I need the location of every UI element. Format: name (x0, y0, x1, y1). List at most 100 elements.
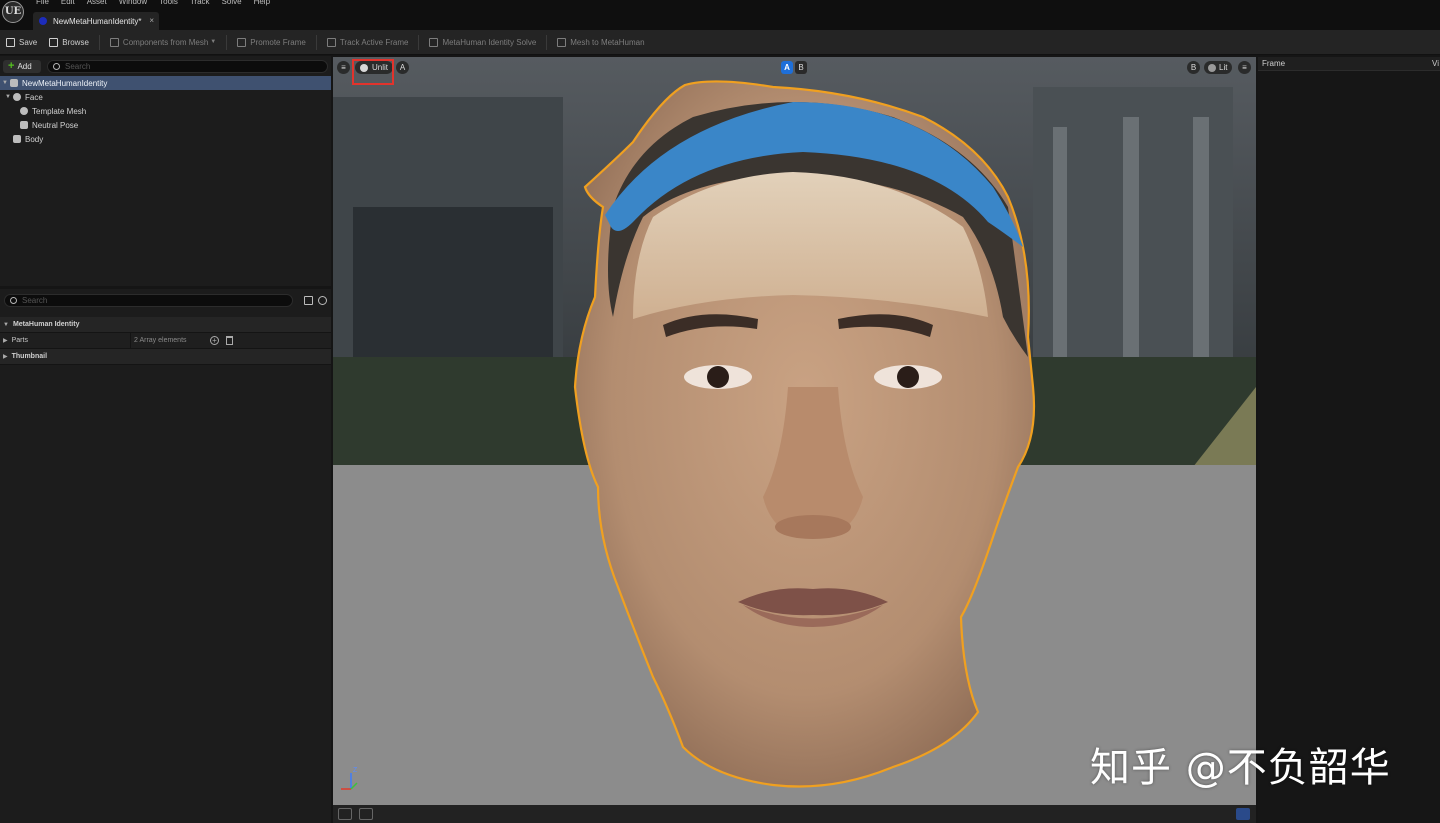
close-tab-icon[interactable]: × (149, 16, 154, 25)
building-window (353, 207, 553, 357)
save-button[interactable]: Save (0, 30, 43, 55)
identity-solve-button[interactable]: MetaHuman Identity Solve (423, 30, 542, 55)
search-icon (10, 296, 17, 304)
track-active-frame-label: Track Active Frame (339, 37, 409, 47)
menu-solve[interactable]: Solve (222, 0, 242, 8)
search-placeholder: Search (65, 61, 91, 71)
expand-arrow-icon[interactable]: ▼ (5, 94, 11, 100)
menu-bar: File Edit Asset Window Tools Track Solve… (30, 0, 276, 8)
document-tab-label: NewMetaHumanIdentity* (53, 16, 142, 26)
identity-solve-label: MetaHuman Identity Solve (442, 37, 537, 47)
menu-edit[interactable]: Edit (61, 0, 75, 8)
collapse-arrow-icon[interactable]: ▶ (3, 353, 8, 360)
promote-frame-label: Promote Frame (250, 37, 306, 47)
view-mode-label: Lit (1219, 63, 1228, 72)
ab-b-button[interactable]: B (795, 61, 807, 74)
components-from-mesh-button[interactable]: Components from Mesh ▼ (104, 30, 222, 55)
category-metahuman-identity[interactable]: ▼ MetaHuman Identity (0, 317, 331, 333)
view-a-button[interactable]: A (396, 61, 409, 74)
frame-column-label: Frame (1262, 59, 1286, 68)
column-divider (130, 333, 131, 349)
add-element-icon[interactable]: + (210, 336, 219, 345)
tree-item-template-mesh[interactable]: Template Mesh (0, 104, 331, 118)
building-column (1123, 117, 1139, 387)
plus-icon: + (8, 60, 15, 72)
tree-item-identity[interactable]: ▼ NewMetaHumanIdentity (0, 76, 331, 90)
grid-view-icon[interactable] (304, 295, 313, 305)
title-bar: UE File Edit Asset Window Tools Track So… (0, 0, 1440, 30)
add-label: Add (17, 61, 32, 71)
document-tab[interactable]: NewMetaHumanIdentity* × (33, 12, 159, 30)
expand-arrow-icon[interactable]: ▼ (2, 80, 8, 86)
viewport[interactable]: ≡ Unlit A A B B Lit ≡ Z (333, 57, 1256, 805)
track-active-frame-button[interactable]: Track Active Frame (321, 30, 415, 55)
view-mode-lit-button[interactable]: Lit (1204, 61, 1232, 74)
menu-asset[interactable]: Asset (87, 0, 107, 8)
category-thumbnail[interactable]: ▶ Thumbnail (0, 349, 331, 365)
ab-toggle[interactable]: A B (779, 61, 809, 74)
asset-type-icon (39, 17, 47, 25)
unlit-highlight-box (352, 59, 394, 85)
tree-item-label: Body (25, 134, 44, 144)
face-icon (13, 93, 21, 101)
view-b-button[interactable]: B (1187, 61, 1200, 74)
property-parts[interactable]: ▶ Parts 2 Array elements + (0, 333, 331, 349)
identity-icon (10, 79, 18, 87)
details-search-input[interactable]: Search (4, 293, 293, 307)
save-icon (6, 37, 15, 47)
unreal-logo-icon[interactable]: UE (2, 1, 24, 23)
tree-item-label: Face (25, 92, 43, 102)
components-search-input[interactable]: Search (47, 59, 328, 73)
search-placeholder: Search (22, 295, 48, 305)
expand-arrow-icon[interactable]: ▼ (3, 322, 9, 328)
mesh-to-metahuman-button[interactable]: Mesh to MetaHuman (551, 30, 650, 55)
viewport-scene (333, 57, 1256, 805)
building-column (1053, 127, 1067, 387)
add-component-button[interactable]: + Add (3, 59, 41, 73)
watermark-text: 知乎 @不负韶华 (1090, 745, 1391, 791)
ab-a-button[interactable]: A (781, 61, 793, 74)
property-label: Parts (11, 337, 28, 344)
details-search-row: Search (0, 289, 331, 311)
frames-header: Frame Vi (1258, 57, 1440, 71)
solve-icon (429, 37, 439, 47)
zoom-in-icon[interactable] (338, 808, 352, 820)
category-label: Thumbnail (11, 353, 48, 360)
menu-window[interactable]: Window (119, 0, 147, 8)
browse-label: Browse (62, 37, 89, 47)
viewport-menu-right-icon[interactable]: ≡ (1238, 61, 1251, 74)
tree-item-body[interactable]: Body (0, 132, 331, 146)
view-column-label: Vi (1432, 59, 1439, 68)
promote-frame-button[interactable]: Promote Frame (231, 30, 312, 55)
menu-file[interactable]: File (36, 0, 49, 8)
frames-panel: Frame Vi (1258, 57, 1440, 823)
body-icon (13, 135, 21, 143)
menu-help[interactable]: Help (254, 0, 270, 8)
viewport-bottom-bar (333, 805, 1256, 823)
menu-track[interactable]: Track (190, 0, 210, 8)
zoom-out-icon[interactable] (359, 808, 373, 820)
building-column (1193, 117, 1209, 387)
property-value: 2 Array elements (134, 337, 187, 344)
settings-gear-icon[interactable] (318, 295, 327, 305)
tree-item-neutral-pose[interactable]: Neutral Pose (0, 118, 331, 132)
mesh-icon (20, 107, 28, 115)
category-label: MetaHuman Identity (12, 321, 80, 328)
tree-item-label: Template Mesh (32, 106, 87, 116)
collapse-arrow-icon[interactable]: ▶ (3, 337, 8, 344)
camera-icon[interactable] (1236, 808, 1250, 820)
delete-trash-icon[interactable] (226, 336, 233, 345)
axis-z-label: Z (353, 767, 358, 774)
toolbar-divider (98, 34, 100, 50)
tree-item-face[interactable]: ▼ Face (0, 90, 331, 104)
chevron-down-icon: ▼ (210, 39, 217, 45)
folder-icon (49, 37, 59, 47)
toolbar-divider (315, 34, 317, 50)
browse-button[interactable]: Browse (43, 30, 95, 55)
search-icon (53, 62, 60, 70)
details-options (299, 295, 327, 305)
viewport-menu-icon[interactable]: ≡ (337, 61, 350, 74)
details-panel: Search ▼ MetaHuman Identity ▶ Parts 2 Ar… (0, 289, 331, 823)
tree-item-label: NewMetaHumanIdentity (22, 78, 108, 88)
menu-tools[interactable]: Tools (159, 0, 178, 8)
